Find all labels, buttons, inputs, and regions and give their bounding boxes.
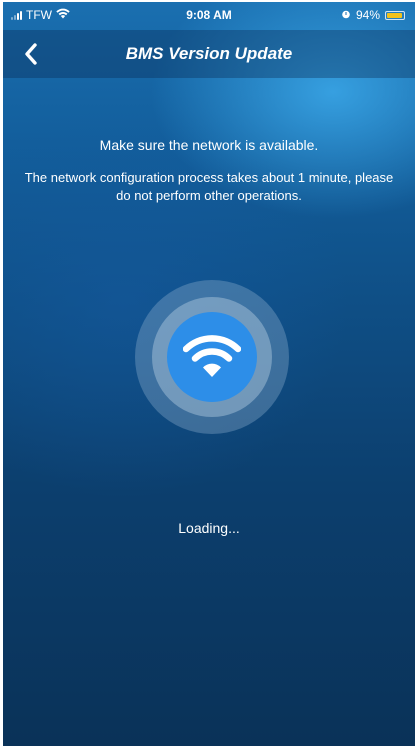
wifi-status-ring-inner: [152, 297, 272, 417]
battery-fill: [387, 12, 403, 18]
loading-text: Loading...: [178, 520, 240, 536]
wifi-icon: [183, 335, 241, 377]
battery-icon: [385, 10, 405, 20]
app-screen: TFW 9:08 AM 94% BMS Version Update Make …: [3, 2, 415, 746]
configuration-notice: The network configuration process takes …: [24, 170, 394, 203]
status-bar: TFW 9:08 AM 94%: [3, 2, 415, 30]
nav-bar: BMS Version Update: [3, 30, 415, 78]
wifi-status-badge: [167, 312, 257, 402]
network-notice: Make sure the network is available.: [99, 137, 319, 153]
status-bar-right: 94%: [341, 8, 405, 22]
wifi-status-ring: [135, 280, 289, 434]
battery-percent: 94%: [355, 8, 380, 22]
alarm-icon: [341, 8, 351, 22]
page-title: BMS Version Update: [125, 44, 293, 63]
